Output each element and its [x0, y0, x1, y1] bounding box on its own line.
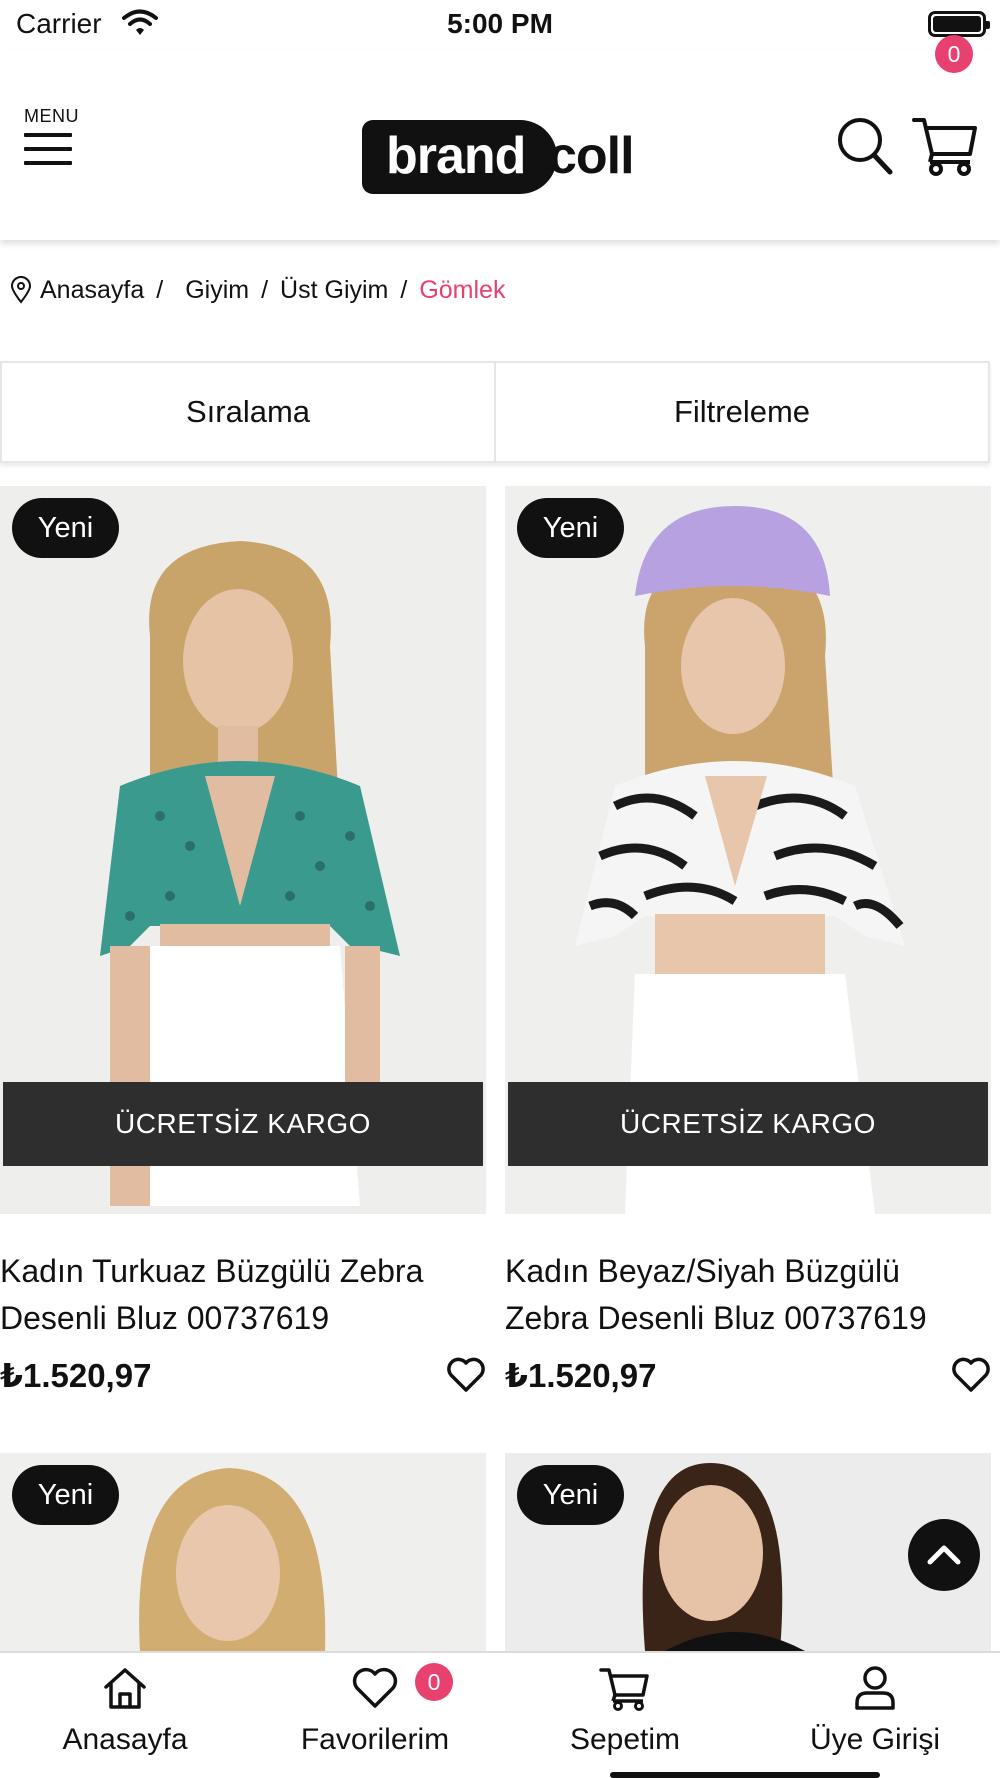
tab-home-label: Anasayfa [62, 1723, 188, 1756]
app-header: MENU brand coll [0, 50, 1000, 240]
chevron-up-icon [927, 1545, 961, 1565]
breadcrumb: Anasayfa / Giyim / Üst Giyim / Gömlek [10, 272, 505, 308]
product-card[interactable]: Yeni [0, 1453, 486, 1651]
brand-logo[interactable]: brand coll [362, 116, 642, 194]
logo-text-brand: brand [386, 127, 526, 185]
new-badge: Yeni [517, 498, 624, 558]
tab-home[interactable]: Anasayfa [0, 1665, 250, 1757]
tab-account-label: Üye Girişi [809, 1723, 940, 1756]
sort-button[interactable]: Sıralama [2, 363, 494, 461]
product-card[interactable]: Yeni ÜCRETSİZ KARGO Kadın Turkuaz Büzgül… [0, 486, 486, 1416]
menu-label: MENU [24, 106, 79, 126]
product-name[interactable]: Kadın Turkuaz Büzgülü Zebra Desenli Bluz… [0, 1248, 470, 1342]
battery-icon [928, 11, 990, 37]
breadcrumb-separator: / [400, 275, 408, 304]
breadcrumb-item-home[interactable]: Anasayfa [40, 276, 144, 305]
product-name[interactable]: Kadın Beyaz/Siyah Büzgülü Zebra Desenli … [505, 1248, 975, 1342]
free-shipping-banner: ÜCRETSİZ KARGO [3, 1082, 483, 1166]
product-image[interactable]: Yeni ÜCRETSİZ KARGO [505, 486, 991, 1214]
tab-cart[interactable]: Sepetim [500, 1665, 750, 1757]
product-price: ₺1.520,97 [505, 1357, 657, 1394]
breadcrumb-item-giyim[interactable]: Giyim [185, 276, 249, 305]
tab-account[interactable]: Üye Girişi [750, 1665, 1000, 1757]
filter-button[interactable]: Filtreleme [494, 363, 988, 461]
sort-filter-bar: Sıralama Filtreleme [0, 361, 990, 463]
favorites-count-badge: 0 [415, 1663, 453, 1701]
tab-favorites[interactable]: Favorilerim [250, 1665, 500, 1757]
product-image[interactable]: Yeni [0, 1453, 486, 1651]
search-icon[interactable] [836, 114, 894, 176]
new-badge: Yeni [517, 1465, 624, 1525]
new-badge: Yeni [12, 498, 119, 558]
tab-cart-label: Sepetim [569, 1723, 681, 1756]
scroll-to-top-button[interactable] [908, 1519, 980, 1591]
breadcrumb-item-ust-giyim[interactable]: Üst Giyim [280, 276, 388, 305]
home-indicator [610, 1772, 880, 1778]
heart-icon[interactable] [951, 1356, 991, 1394]
breadcrumb-separator: / [261, 275, 269, 304]
product-price: ₺1.520,97 [0, 1357, 152, 1394]
heart-icon[interactable] [446, 1356, 486, 1394]
menu-icon [24, 133, 84, 165]
tab-favorites-label: Favorilerim [300, 1723, 450, 1756]
status-time: 5:00 PM [447, 8, 553, 39]
home-icon [104, 1668, 146, 1709]
bottom-tab-bar: Anasayfa Favorilerim Sepetim Üye Girişi [0, 1651, 1000, 1778]
status-bar: Carrier 5:00 PM [0, 0, 1000, 50]
cart-icon [599, 1668, 649, 1711]
logo-text-coll: coll [548, 127, 635, 185]
heart-icon [352, 1667, 398, 1708]
cart-icon[interactable] [912, 114, 978, 176]
user-icon [855, 1666, 895, 1710]
breadcrumb-separator: / [156, 275, 164, 304]
product-card[interactable]: Yeni ÜCRETSİZ KARGO Kadın Beyaz/Siyah Bü… [505, 486, 991, 1416]
new-badge: Yeni [12, 1465, 119, 1525]
breadcrumb-current: Gömlek [419, 275, 506, 304]
menu-button[interactable]: MENU [24, 106, 84, 176]
product-image[interactable]: Yeni ÜCRETSİZ KARGO [0, 486, 486, 1214]
free-shipping-banner: ÜCRETSİZ KARGO [508, 1082, 988, 1166]
location-pin-icon [10, 276, 32, 304]
cart-count-badge: 0 [935, 35, 973, 73]
